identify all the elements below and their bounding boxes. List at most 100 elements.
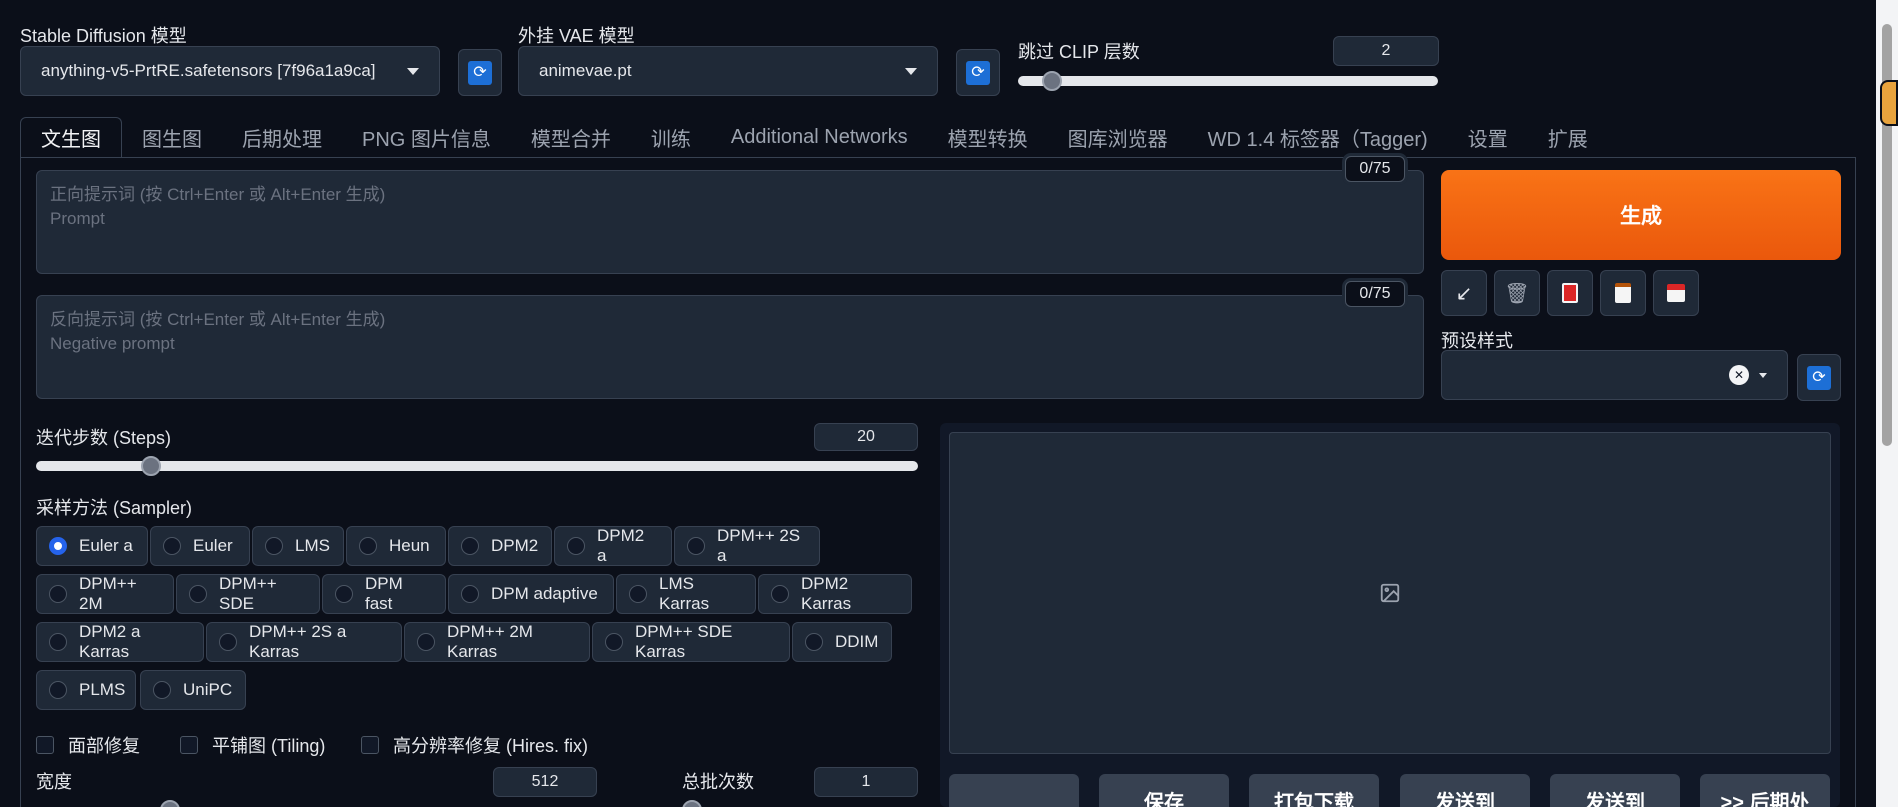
tab-extras[interactable]: 后期处理 (222, 117, 342, 157)
clip-skip-input[interactable]: 2 (1333, 36, 1439, 66)
radio-button[interactable] (805, 633, 823, 651)
main-tabs: 文生图 图生图 后期处理 PNG 图片信息 模型合并 训练 Additional… (20, 117, 1608, 157)
send-to-inpaint-button[interactable]: 发送到 (1550, 774, 1680, 807)
batch-count-input[interactable]: 1 (814, 767, 918, 797)
radio-button[interactable] (605, 633, 623, 651)
face-restore-checkbox[interactable]: 面部修复 (36, 732, 140, 758)
radio-button[interactable] (335, 585, 353, 603)
radio-button[interactable] (461, 537, 479, 555)
hires-fix-checkbox[interactable]: 高分辨率修复 (Hires. fix) (361, 732, 588, 758)
radio-button[interactable] (189, 585, 207, 603)
tab-model-merge[interactable]: 模型合并 (511, 117, 631, 157)
radio-button[interactable] (49, 537, 67, 555)
width-input[interactable]: 512 (493, 767, 597, 797)
vae-model-dropdown[interactable]: animevae.pt (518, 46, 938, 96)
tab-txt2img[interactable]: 文生图 (20, 117, 122, 157)
save-button[interactable]: 保存 (1099, 774, 1229, 807)
styles-dropdown[interactable]: ✕ (1441, 350, 1788, 400)
sampler-option[interactable]: Heun (346, 526, 446, 566)
read-params-button[interactable]: ↙ (1441, 270, 1487, 316)
open-folder-button[interactable] (949, 774, 1079, 807)
sampler-option[interactable]: DPM++ 2M (36, 574, 174, 614)
clear-prompt-button[interactable]: 🗑 (1494, 270, 1540, 316)
sd-model-dropdown[interactable]: anything-v5-PrtRE.safetensors [7f96a1a9c… (20, 46, 440, 96)
checkbox-box[interactable] (180, 736, 198, 754)
apply-style-button[interactable] (1600, 270, 1646, 316)
checkbox-box[interactable] (361, 736, 379, 754)
tab-train[interactable]: 训练 (631, 117, 711, 157)
sampler-option[interactable]: DPM++ 2S a (674, 526, 820, 566)
steps-label: 迭代步数 (Steps) (36, 428, 172, 448)
sampler-option[interactable]: DPM fast (322, 574, 446, 614)
sampler-option[interactable]: DPM++ SDE Karras (592, 622, 790, 662)
sampler-option[interactable]: DPM2 (448, 526, 552, 566)
steps-slider[interactable] (36, 461, 918, 471)
sampler-option[interactable]: DPM++ 2M Karras (404, 622, 590, 662)
chevron-down-icon (1759, 372, 1767, 378)
prompt-token-counter: 0/75 (1345, 156, 1405, 182)
radio-button[interactable] (163, 537, 181, 555)
send-to-img2img-button[interactable]: 发送到 (1400, 774, 1530, 807)
radio-button[interactable] (687, 537, 705, 555)
radio-button[interactable] (49, 633, 67, 651)
prompt-input[interactable]: 正向提示词 (按 Ctrl+Enter 或 Alt+Enter 生成) Prom… (36, 170, 1424, 274)
radio-button[interactable] (417, 633, 435, 651)
negative-prompt-placeholder: 反向提示词 (按 Ctrl+Enter 或 Alt+Enter 生成) (50, 310, 386, 329)
radio-button[interactable] (49, 585, 67, 603)
extra-networks-button[interactable] (1547, 270, 1593, 316)
tab-extensions[interactable]: 扩展 (1528, 117, 1608, 157)
radio-button[interactable] (771, 585, 789, 603)
sd-model-refresh-button[interactable]: ⟳ (458, 49, 502, 96)
radio-button[interactable] (629, 585, 647, 603)
sampler-option[interactable]: DPM2 a Karras (36, 622, 204, 662)
save-style-button[interactable] (1653, 270, 1699, 316)
tab-gallery-browser[interactable]: 图库浏览器 (1048, 117, 1188, 157)
radio-button[interactable] (567, 537, 585, 555)
sampler-option[interactable]: DPM2 Karras (758, 574, 912, 614)
checkbox-box[interactable] (36, 736, 54, 754)
tab-model-convert[interactable]: 模型转换 (928, 117, 1048, 157)
sampler-option[interactable]: Euler (150, 526, 250, 566)
radio-button[interactable] (49, 681, 67, 699)
image-placeholder-icon (1380, 583, 1400, 603)
radio-button[interactable] (461, 585, 479, 603)
sampler-option[interactable]: DDIM (792, 622, 892, 662)
tiling-checkbox[interactable]: 平铺图 (Tiling) (180, 732, 325, 758)
sampler-option[interactable]: DPM++ SDE (176, 574, 320, 614)
sampler-option[interactable]: DPM++ 2S a Karras (206, 622, 402, 662)
sampler-option[interactable]: PLMS (36, 670, 136, 710)
zip-button[interactable]: 打包下载 (1249, 774, 1379, 807)
clear-icon[interactable]: ✕ (1729, 365, 1749, 385)
tab-tagger[interactable]: WD 1.4 标签器（Tagger) (1188, 117, 1448, 157)
sampler-label: 采样方法 (Sampler) (36, 498, 193, 518)
radio-button[interactable] (359, 537, 377, 555)
sampler-option-label: DPM2 (491, 536, 539, 555)
card-icon (1562, 283, 1578, 303)
sampler-option[interactable]: DPM adaptive (448, 574, 614, 614)
side-panel-handle[interactable] (1880, 80, 1898, 126)
tab-img2img[interactable]: 图生图 (122, 117, 222, 157)
sampler-option[interactable]: LMS (252, 526, 344, 566)
clip-skip-slider[interactable] (1018, 76, 1438, 86)
sampler-option[interactable]: Euler a (36, 526, 148, 566)
sd-model-label: Stable Diffusion 模型 (20, 26, 187, 46)
sampler-option-label: DPM fast (365, 574, 403, 613)
send-to-extras-button[interactable]: >> 后期处 (1700, 774, 1830, 807)
sampler-option-label: Heun (389, 536, 430, 555)
radio-button[interactable] (153, 681, 171, 699)
negative-prompt-input[interactable]: 反向提示词 (按 Ctrl+Enter 或 Alt+Enter 生成) Nega… (36, 295, 1424, 399)
sampler-option[interactable]: UniPC (140, 670, 246, 710)
styles-refresh-button[interactable]: ⟳ (1797, 354, 1841, 401)
sampler-option[interactable]: LMS Karras (616, 574, 756, 614)
vae-model-refresh-button[interactable]: ⟳ (956, 49, 1000, 96)
steps-input[interactable]: 20 (814, 423, 918, 451)
generate-button[interactable]: 生成 (1441, 170, 1841, 260)
steps-slider-thumb[interactable] (140, 456, 161, 476)
radio-button[interactable] (265, 537, 283, 555)
tab-png-info[interactable]: PNG 图片信息 (342, 117, 511, 157)
tab-additional-networks[interactable]: Additional Networks (711, 117, 928, 157)
tab-settings[interactable]: 设置 (1448, 117, 1528, 157)
clip-skip-slider-thumb[interactable] (1041, 71, 1062, 91)
radio-button[interactable] (219, 633, 237, 651)
sampler-option[interactable]: DPM2 a (554, 526, 672, 566)
